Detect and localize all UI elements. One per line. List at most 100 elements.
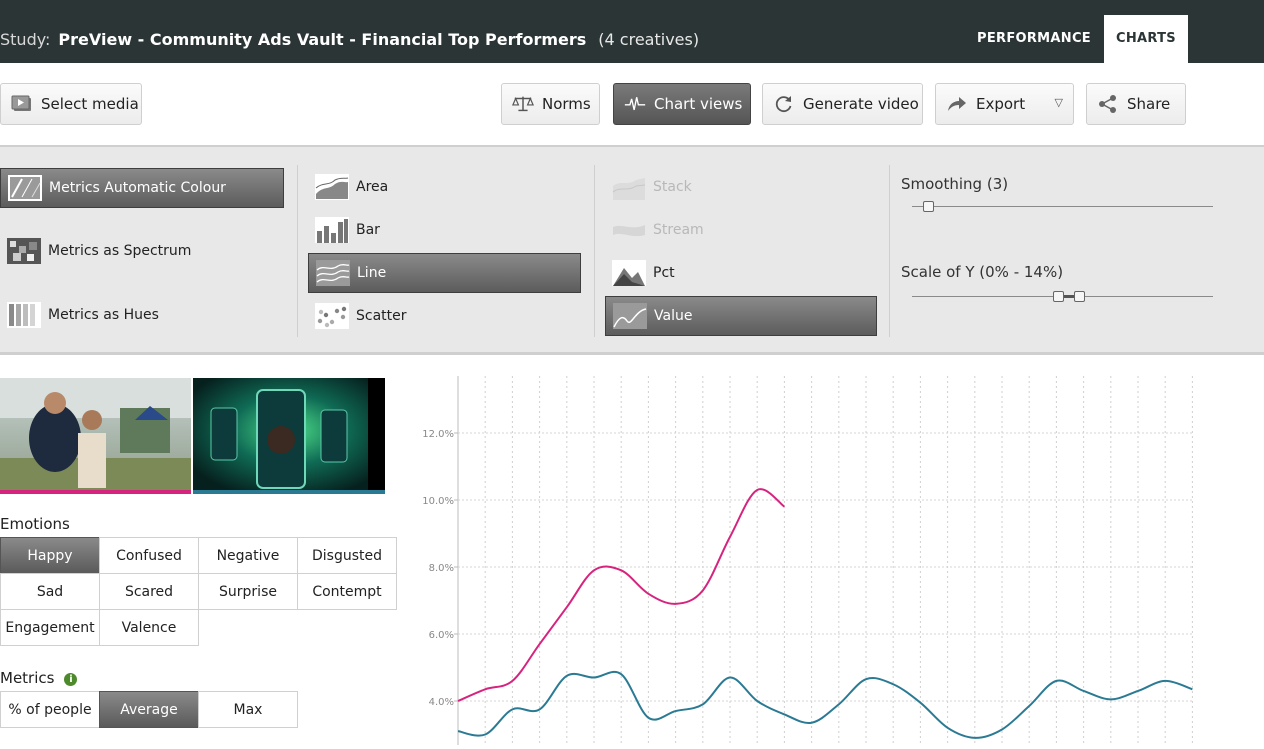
select-media-button[interactable]: Select media xyxy=(0,83,142,125)
chart-views-panel: Metrics Automatic Colour Metrics as Spec… xyxy=(0,145,1264,355)
export-button[interactable]: Export ▽ xyxy=(935,83,1074,125)
scale-y-min-handle[interactable] xyxy=(1053,291,1064,302)
option-metrics-automatic-colour[interactable]: Metrics Automatic Colour xyxy=(0,168,284,208)
norms-button[interactable]: Norms xyxy=(501,83,600,125)
divider xyxy=(889,165,890,337)
share-label: Share xyxy=(1127,95,1171,113)
stream-chart-icon xyxy=(611,216,647,244)
generate-video-label: Generate video xyxy=(803,95,919,113)
chevron-down-icon[interactable]: ▽ xyxy=(1055,96,1063,109)
emotion-line-chart: 4.0% 6.0% 8.0% 10.0% 12.0% xyxy=(400,370,1264,745)
spectrum-icon xyxy=(6,237,42,265)
refresh-icon xyxy=(773,93,795,115)
share-button[interactable]: Share xyxy=(1086,83,1186,125)
metrics-title-label: Metrics xyxy=(0,669,55,687)
y-tick-label: 10.0% xyxy=(422,496,454,507)
chart-views-label: Chart views xyxy=(654,95,743,113)
pulse-icon xyxy=(624,93,646,115)
creative-image-1 xyxy=(0,378,191,494)
smoothing-slider-track[interactable] xyxy=(912,206,1213,207)
chart-svg: 4.0% 6.0% 8.0% 10.0% 12.0% xyxy=(422,376,1193,745)
generate-video-button[interactable]: Generate video xyxy=(762,83,923,125)
series-line-2 xyxy=(457,670,1193,739)
stack-chart-icon xyxy=(611,173,647,201)
option-pct[interactable]: Pct xyxy=(605,253,877,293)
emotion-negative[interactable]: Negative xyxy=(198,537,298,574)
pct-chart-icon xyxy=(611,259,647,287)
media-icon xyxy=(11,93,33,115)
option-label: Area xyxy=(356,179,389,195)
metrics-title: Metrics i xyxy=(0,669,78,687)
y-tick-label: 4.0% xyxy=(429,697,454,708)
emotion-contempt[interactable]: Contempt xyxy=(297,573,397,610)
emotion-surprise[interactable]: Surprise xyxy=(198,573,298,610)
select-media-label: Select media xyxy=(41,95,139,113)
option-label: Stream xyxy=(653,222,704,238)
norms-label: Norms xyxy=(542,95,591,113)
area-chart-icon xyxy=(314,173,350,201)
emotion-sad[interactable]: Sad xyxy=(0,573,100,610)
export-label: Export xyxy=(976,95,1026,113)
study-title: Study: PreView - Community Ads Vault - Fi… xyxy=(0,30,699,49)
chart-views-button[interactable]: Chart views xyxy=(613,83,751,125)
metric-max[interactable]: Max xyxy=(198,691,298,728)
hues-icon xyxy=(6,301,42,329)
tab-charts[interactable]: CHARTS xyxy=(1104,15,1188,63)
option-label: Metrics Automatic Colour xyxy=(49,180,226,196)
scatter-chart-icon xyxy=(314,302,350,330)
y-tick-label: 8.0% xyxy=(429,563,454,574)
metric-average[interactable]: Average xyxy=(99,691,199,728)
option-label: Stack xyxy=(653,179,692,195)
study-label: Study: xyxy=(0,30,51,49)
emotion-valence[interactable]: Valence xyxy=(99,609,199,646)
divider xyxy=(297,165,298,337)
option-bar[interactable]: Bar xyxy=(308,210,581,250)
creative-thumbnail-1[interactable] xyxy=(0,378,191,494)
toolbar: Select media Norms Chart views Generate … xyxy=(0,63,1264,145)
option-label: Metrics as Hues xyxy=(48,307,159,323)
scale-y-label: Scale of Y (0% - 14%) xyxy=(901,263,1064,281)
scale-y-max-handle[interactable] xyxy=(1074,291,1085,302)
metric-percent-of-people[interactable]: % of people xyxy=(0,691,100,728)
tab-performance[interactable]: PERFORMANCE xyxy=(968,15,1100,63)
option-label: Line xyxy=(357,265,387,281)
scale-icon xyxy=(512,93,534,115)
option-stream: Stream xyxy=(605,210,877,250)
emotion-happy[interactable]: Happy xyxy=(0,537,100,574)
value-chart-icon xyxy=(612,302,648,330)
option-metrics-as-spectrum[interactable]: Metrics as Spectrum xyxy=(0,231,284,271)
option-stack: Stack xyxy=(605,167,877,207)
divider xyxy=(594,165,595,337)
emotions-title: Emotions xyxy=(0,515,70,533)
option-label: Bar xyxy=(356,222,380,238)
option-label: Scatter xyxy=(356,308,407,324)
option-scatter[interactable]: Scatter xyxy=(308,296,581,336)
option-label: Pct xyxy=(653,265,675,281)
option-metrics-as-hues[interactable]: Metrics as Hues xyxy=(0,295,284,335)
bar-chart-icon xyxy=(314,216,350,244)
emotion-disgusted[interactable]: Disgusted xyxy=(297,537,397,574)
option-label: Metrics as Spectrum xyxy=(48,243,192,259)
smoothing-slider-handle[interactable] xyxy=(923,201,934,212)
smoothing-label: Smoothing (3) xyxy=(901,175,1009,193)
emotion-confused[interactable]: Confused xyxy=(99,537,199,574)
creative-image-2 xyxy=(193,378,385,494)
export-arrow-icon xyxy=(946,93,968,115)
series-line-1 xyxy=(457,488,786,702)
y-tick-label: 6.0% xyxy=(429,630,454,641)
info-icon[interactable]: i xyxy=(64,673,78,686)
emotions-grid: Happy Confused Negative Disgusted Sad Sc… xyxy=(0,537,397,646)
option-line[interactable]: Line xyxy=(308,253,581,293)
y-tick-label: 12.0% xyxy=(422,429,454,440)
line-chart-icon xyxy=(315,259,351,287)
emotion-engagement[interactable]: Engagement xyxy=(0,609,100,646)
creative-thumbnail-2[interactable] xyxy=(193,378,385,494)
app-header: Study: PreView - Community Ads Vault - Fi… xyxy=(0,0,1264,63)
emotion-scared[interactable]: Scared xyxy=(99,573,199,610)
metrics-grid: % of people Average Max xyxy=(0,691,397,728)
study-name: PreView - Community Ads Vault - Financia… xyxy=(58,30,587,49)
automatic-colour-icon xyxy=(7,174,43,202)
option-label: Value xyxy=(654,308,693,324)
option-area[interactable]: Area xyxy=(308,167,581,207)
option-value[interactable]: Value xyxy=(605,296,877,336)
